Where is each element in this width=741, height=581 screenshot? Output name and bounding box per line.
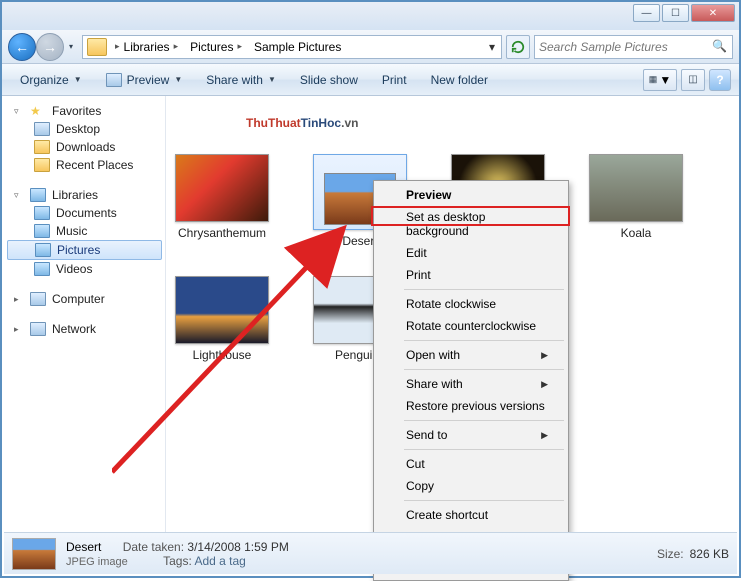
library-icon xyxy=(34,224,50,238)
desktop-icon xyxy=(34,122,50,136)
folder-icon xyxy=(87,38,107,56)
print-button[interactable]: Print xyxy=(372,70,417,90)
menu-item[interactable]: Share with▶ xyxy=(376,373,566,395)
details-thumbnail xyxy=(12,538,56,570)
computer-icon xyxy=(30,292,46,306)
share-button[interactable]: Share with▼ xyxy=(196,70,286,90)
refresh-button[interactable] xyxy=(506,35,530,59)
forward-button[interactable]: → xyxy=(36,33,64,61)
thumbnail-item[interactable]: Chrysanthemum xyxy=(174,154,270,248)
sidebar-item-recent[interactable]: Recent Places xyxy=(4,156,165,174)
preview-button[interactable]: Preview▼ xyxy=(96,70,193,90)
folder-icon xyxy=(34,158,50,172)
preview-icon xyxy=(106,73,122,87)
menu-item[interactable]: Open with▶ xyxy=(376,344,566,366)
libraries-header[interactable]: ▿Libraries xyxy=(4,186,165,204)
minimize-button[interactable]: — xyxy=(633,4,660,22)
details-type: JPEG image xyxy=(66,556,128,568)
breadcrumb-seg[interactable]: Sample Pictures xyxy=(248,36,347,58)
library-icon xyxy=(34,262,50,276)
navigation-pane: ▿★Favorites Desktop Downloads Recent Pla… xyxy=(4,96,166,532)
menu-item[interactable]: Preview xyxy=(376,184,566,206)
help-button[interactable]: ? xyxy=(709,69,731,91)
view-button[interactable]: ▦▼ xyxy=(643,69,677,91)
search-input[interactable]: Search Sample Pictures 🔍 xyxy=(534,35,733,59)
sidebar-item-music[interactable]: Music xyxy=(4,222,165,240)
breadcrumb-seg[interactable]: Pictures▸ xyxy=(184,36,248,58)
context-menu: PreviewSet as desktop backgroundEditPrin… xyxy=(373,180,569,581)
preview-pane-button[interactable]: ◫ xyxy=(681,69,705,91)
menu-item[interactable]: Create shortcut xyxy=(376,504,566,526)
navigation-bar: ← → ▾ ▸Libraries▸ Pictures▸ Sample Pictu… xyxy=(2,30,739,64)
address-bar[interactable]: ▸Libraries▸ Pictures▸ Sample Pictures ▾ xyxy=(82,35,502,59)
maximize-button[interactable]: ☐ xyxy=(662,4,689,22)
library-icon xyxy=(30,188,46,202)
details-pane: Desert Date taken: 3/14/2008 1:59 PM JPE… xyxy=(4,532,737,574)
menu-item[interactable]: Copy xyxy=(376,475,566,497)
menu-item[interactable]: Print xyxy=(376,264,566,286)
sidebar-item-pictures[interactable]: Pictures xyxy=(7,240,162,260)
history-dropdown[interactable]: ▾ xyxy=(64,36,78,58)
slideshow-button[interactable]: Slide show xyxy=(290,70,368,90)
details-name: Desert xyxy=(66,540,101,554)
thumbnail-item[interactable]: Lighthouse xyxy=(174,276,270,362)
sidebar-item-desktop[interactable]: Desktop xyxy=(4,120,165,138)
folder-icon xyxy=(34,140,50,154)
menu-item[interactable]: Set as desktop background xyxy=(376,206,566,242)
menu-item[interactable]: Rotate clockwise xyxy=(376,293,566,315)
network-icon xyxy=(30,322,46,336)
star-icon: ★ xyxy=(30,104,46,118)
search-icon: 🔍 xyxy=(712,39,728,55)
add-tag-link[interactable]: Add a tag xyxy=(194,554,245,568)
close-button[interactable]: ✕ xyxy=(691,4,735,22)
sidebar-item-computer[interactable]: ▸Computer xyxy=(4,290,165,308)
back-button[interactable]: ← xyxy=(8,33,36,61)
favorites-header[interactable]: ▿★Favorites xyxy=(4,102,165,120)
organize-button[interactable]: Organize▼ xyxy=(10,70,92,90)
menu-item[interactable]: Restore previous versions xyxy=(376,395,566,417)
search-placeholder: Search Sample Pictures xyxy=(539,40,668,54)
menu-item[interactable]: Rotate counterclockwise xyxy=(376,315,566,337)
sidebar-item-documents[interactable]: Documents xyxy=(4,204,165,222)
menu-item[interactable]: Edit xyxy=(376,242,566,264)
sidebar-item-videos[interactable]: Videos xyxy=(4,260,165,278)
sidebar-item-downloads[interactable]: Downloads xyxy=(4,138,165,156)
menu-item[interactable]: Cut xyxy=(376,453,566,475)
menu-item[interactable]: Send to▶ xyxy=(376,424,566,446)
library-icon xyxy=(35,243,51,257)
title-bar: — ☐ ✕ xyxy=(2,2,739,30)
breadcrumb-seg[interactable]: ▸Libraries▸ xyxy=(109,36,184,58)
watermark: ThuThuatTinHoc.vn xyxy=(246,104,358,134)
thumbnail-item[interactable]: Koala xyxy=(588,154,684,248)
newfolder-button[interactable]: New folder xyxy=(421,70,498,90)
library-icon xyxy=(34,206,50,220)
toolbar: Organize▼ Preview▼ Share with▼ Slide sho… xyxy=(2,64,739,96)
sidebar-item-network[interactable]: ▸Network xyxy=(4,320,165,338)
